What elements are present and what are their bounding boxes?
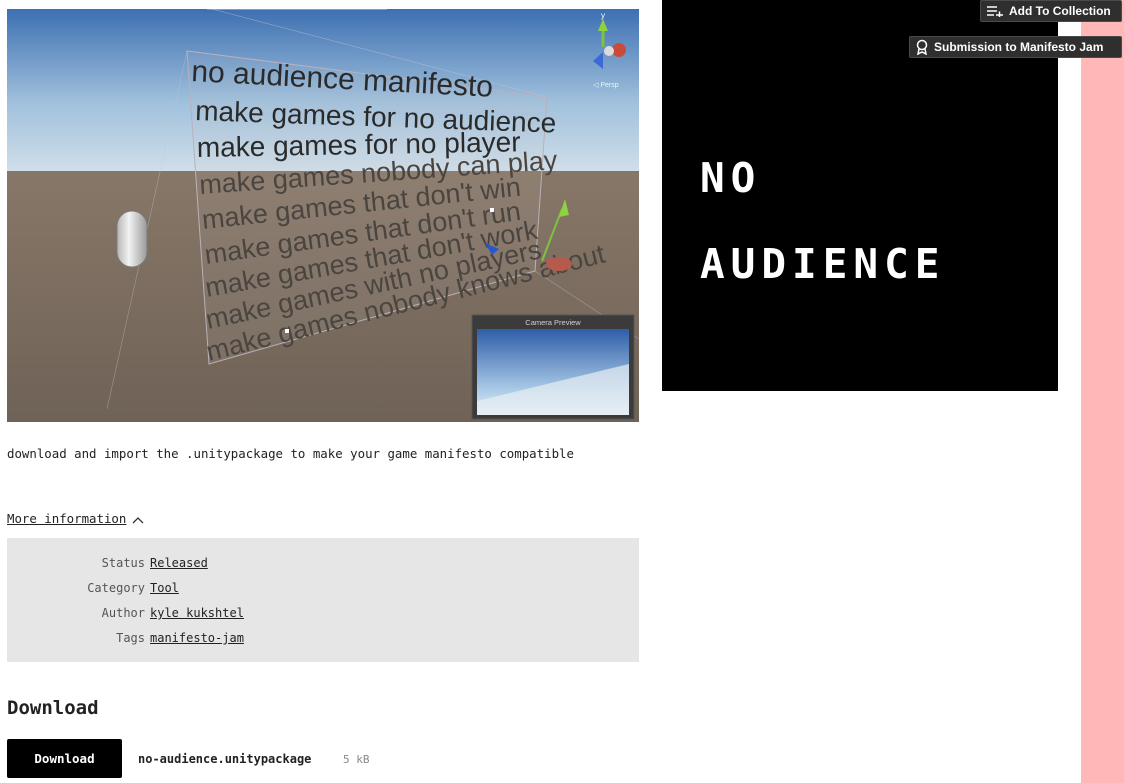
add-to-collection-button[interactable]: Add To Collection bbox=[980, 0, 1122, 22]
info-row-category: Category Tool bbox=[7, 581, 639, 601]
info-value-link[interactable]: kyle kukshtel bbox=[150, 606, 244, 620]
cover-title-line-1: NO bbox=[700, 154, 762, 202]
file-size: 5 kB bbox=[343, 753, 370, 766]
info-value-link[interactable]: manifesto-jam bbox=[150, 631, 244, 645]
info-row-tags: Tags manifesto-jam bbox=[7, 631, 639, 651]
info-table: Status Released Category Tool Author kyl… bbox=[7, 538, 639, 662]
more-information-toggle[interactable]: More information bbox=[7, 511, 144, 527]
add-to-list-icon bbox=[986, 5, 1004, 17]
info-key: Tags bbox=[116, 631, 145, 645]
unity-scene-image: no audience manifesto make games for no … bbox=[7, 9, 639, 422]
download-button[interactable]: Download bbox=[7, 739, 122, 778]
info-row-status: Status Released bbox=[7, 556, 639, 576]
file-name: no-audience.unitypackage bbox=[138, 752, 312, 766]
info-key: Author bbox=[101, 606, 145, 620]
game-screenshot[interactable]: no audience manifesto make games for no … bbox=[7, 9, 639, 422]
info-key: Category bbox=[87, 581, 145, 595]
info-key: Status bbox=[101, 556, 145, 570]
cover-image: NO AUDIENCE bbox=[662, 0, 1058, 391]
jam-submission-label: Submission to Manifesto Jam bbox=[934, 40, 1104, 54]
award-ribbon-icon bbox=[915, 39, 929, 55]
chevron-up-icon bbox=[132, 512, 144, 527]
info-value-link[interactable]: Released bbox=[150, 556, 208, 570]
capsule-object bbox=[116, 210, 148, 268]
persp-label: ◁ Persp bbox=[593, 82, 619, 89]
info-row-author: Author kyle kukshtel bbox=[7, 606, 639, 626]
info-value-link[interactable]: Tool bbox=[150, 581, 179, 595]
cover-title-line-2: AUDIENCE bbox=[700, 240, 946, 288]
jam-submission-button[interactable]: Submission to Manifesto Jam bbox=[909, 36, 1122, 58]
svg-text:y: y bbox=[601, 11, 605, 20]
game-description: download and import the .unitypackage to… bbox=[7, 446, 574, 461]
add-to-collection-label: Add To Collection bbox=[1009, 4, 1111, 18]
camera-preview: Camera Preview bbox=[471, 314, 635, 420]
camera-preview-label: Camera Preview bbox=[525, 318, 581, 327]
side-strip bbox=[1081, 0, 1124, 783]
download-heading: Download bbox=[7, 697, 99, 719]
more-information-label: More information bbox=[7, 511, 127, 526]
